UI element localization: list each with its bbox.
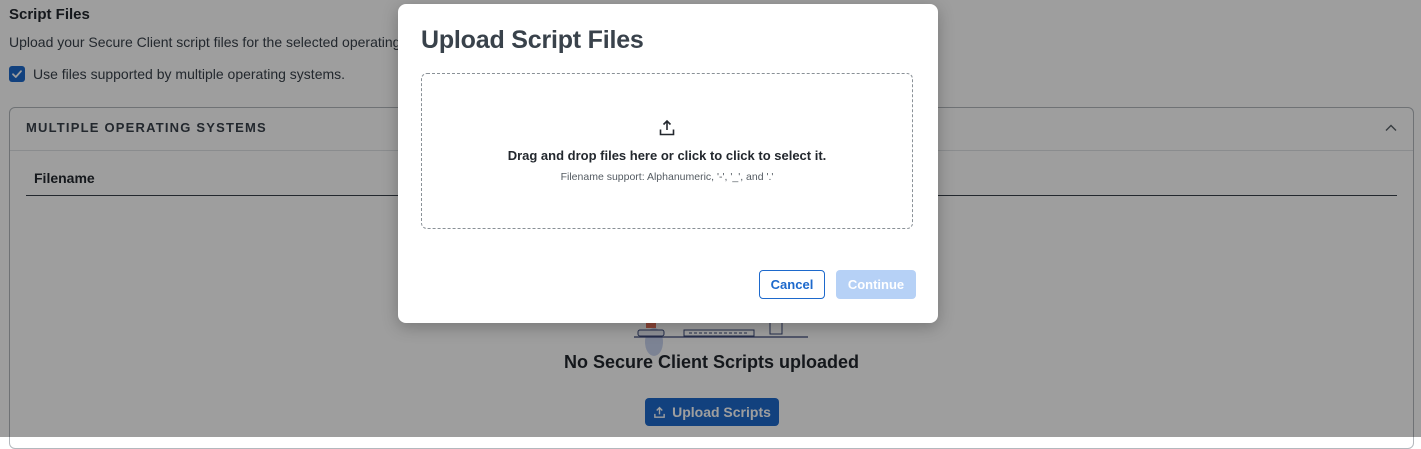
dialog-title: Upload Script Files xyxy=(421,26,644,54)
upload-icon xyxy=(659,119,675,136)
dropzone-filename-hint: Filename support: Alphanumeric, '-', '_'… xyxy=(560,171,774,183)
file-dropzone[interactable]: Drag and drop files here or click to cli… xyxy=(421,73,913,229)
dropzone-instruction: Drag and drop files here or click to cli… xyxy=(507,148,827,163)
continue-button[interactable]: Continue xyxy=(836,270,916,299)
upload-script-files-dialog: Upload Script Files Drag and drop files … xyxy=(398,4,938,323)
cancel-button[interactable]: Cancel xyxy=(759,270,825,299)
